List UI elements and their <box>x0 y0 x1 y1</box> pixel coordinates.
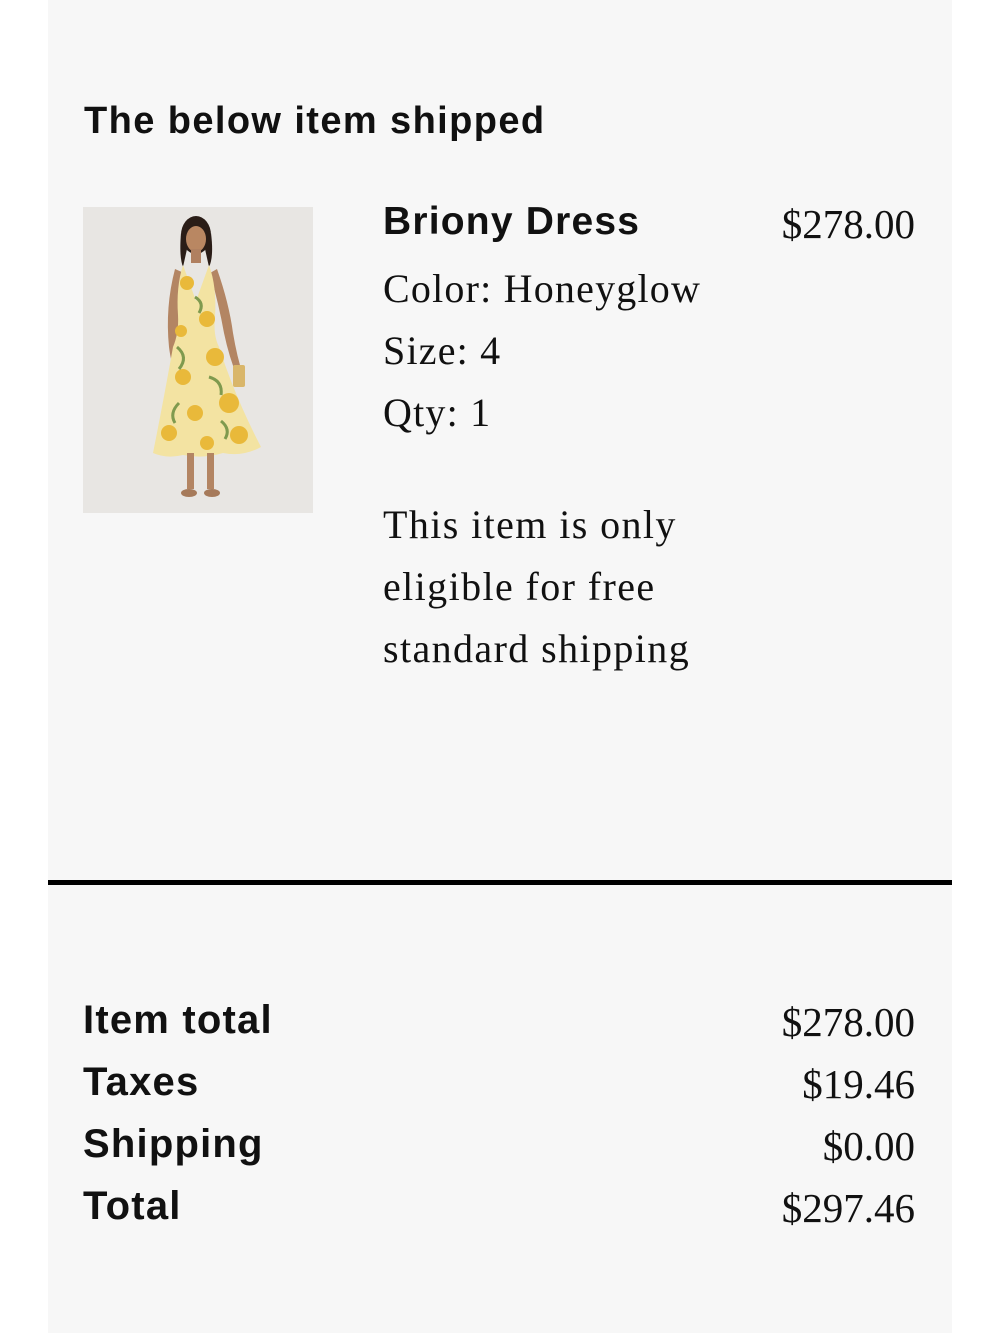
item-total-value: $278.00 <box>781 999 915 1045</box>
order-total-value: $297.46 <box>781 1185 915 1231</box>
product-color: Color: Honeyglow <box>383 266 702 311</box>
shipping-eligibility-note: This item is only eligible for free stan… <box>383 502 691 671</box>
product-image[interactable] <box>83 207 313 513</box>
taxes-value: $19.46 <box>802 1061 915 1107</box>
shipped-heading: The below item shipped <box>84 100 546 142</box>
product-quantity: Qty: 1 <box>383 390 492 435</box>
section-divider <box>48 880 952 885</box>
shipping-value: $0.00 <box>822 1123 915 1169</box>
shipping-label: Shipping <box>83 1122 264 1166</box>
item-total-label: Item total <box>83 998 273 1042</box>
dress-photo-illustration <box>83 207 313 513</box>
taxes-label: Taxes <box>83 1060 200 1104</box>
order-card: The below item shipped Briony Dress $278… <box>48 0 952 1333</box>
order-total-label: Total <box>83 1184 182 1228</box>
product-size: Size: 4 <box>383 328 502 373</box>
product-name[interactable]: Briony Dress <box>383 200 640 244</box>
product-price: $278.00 <box>781 201 915 247</box>
